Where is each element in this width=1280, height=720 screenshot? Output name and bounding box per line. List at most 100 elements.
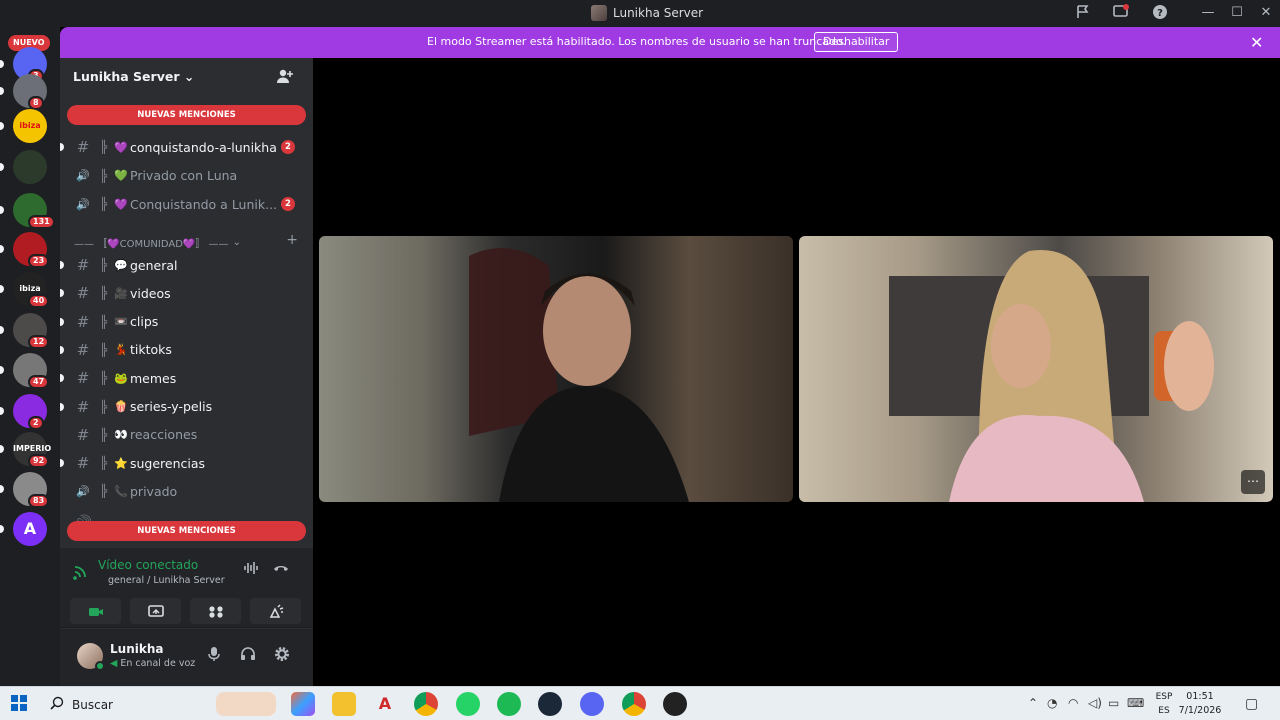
channel-reacciones[interactable]: # ╠ 👀 reacciones xyxy=(68,422,305,448)
mention-count-badge: 2 xyxy=(281,140,295,154)
tree-branch-icon: ╠ xyxy=(100,314,108,329)
unread-pill xyxy=(0,485,4,493)
chevron-down-icon: ⌄ xyxy=(232,236,241,248)
server-name[interactable]: Lunikha Server ⌄ xyxy=(73,69,194,84)
chrome-icon[interactable] xyxy=(414,692,438,716)
tree-branch-icon: ╠ xyxy=(100,197,108,211)
gear-icon[interactable] xyxy=(271,646,293,668)
hashtag-icon: # xyxy=(76,397,90,416)
video-tile-participant-2[interactable]: ⋯ xyxy=(799,236,1273,502)
disable-streamer-button[interactable]: Deshabilitar xyxy=(814,32,899,52)
unread-pill xyxy=(0,87,4,95)
voice-channel-link[interactable]: general / Lunikha Server xyxy=(108,575,225,586)
language-indicator[interactable]: ESP ES xyxy=(1150,690,1178,718)
search-highlight-image[interactable] xyxy=(216,692,276,716)
mention-count-badge: 40 xyxy=(28,294,50,308)
close-window-button[interactable]: ✕ xyxy=(1254,3,1278,23)
clock[interactable]: 01:51 7/1/2026 xyxy=(1178,690,1222,718)
headphones-icon[interactable] xyxy=(237,646,259,668)
maximize-button[interactable]: ☐ xyxy=(1225,3,1249,23)
tree-branch-icon: ╠ xyxy=(100,371,108,386)
channel-videos[interactable]: # ╠ 🎥 videos xyxy=(60,280,305,306)
copilot-icon[interactable] xyxy=(291,692,315,716)
svg-text:?: ? xyxy=(1157,8,1163,19)
help-icon[interactable]: ? xyxy=(1150,4,1170,24)
channel-privado[interactable]: 🔊 ╠ 📞 privado xyxy=(68,478,305,504)
activities-button[interactable] xyxy=(190,598,241,624)
chevron-up-icon[interactable]: ⌃ xyxy=(1028,696,1038,710)
server-icon-leaf[interactable] xyxy=(13,150,47,184)
spotify-icon[interactable] xyxy=(497,692,521,716)
minimize-button[interactable]: — xyxy=(1196,3,1220,23)
discord-icon[interactable] xyxy=(580,692,604,716)
more-options-icon[interactable]: ⋯ xyxy=(1241,470,1265,494)
channel-emoji: 👀 xyxy=(114,428,128,442)
whatsapp-icon[interactable] xyxy=(456,692,480,716)
voice-status[interactable]: Vídeo conectado xyxy=(98,558,198,572)
add-channel-icon[interactable]: + xyxy=(286,232,298,248)
wifi-icon[interactable]: ◠ xyxy=(1068,696,1078,710)
channel-series-y-pelis[interactable]: # ╠ 🍿 series-y-pelis xyxy=(60,394,305,420)
tree-branch-icon: ╠ xyxy=(100,258,108,272)
close-icon[interactable]: ✕ xyxy=(1250,33,1263,52)
soundboard-button[interactable] xyxy=(250,598,301,624)
channel-conquistando-a-lunik[interactable]: 🔊 ╠ 💜 Conquistando a Lunik... 2 xyxy=(68,191,305,217)
channel-conquistando-a-lunikha[interactable]: # ╠ 💜 conquistando-a-lunikha 2 xyxy=(60,134,305,160)
unread-pill xyxy=(0,163,4,171)
signal-icon[interactable] xyxy=(72,562,90,580)
unread-indicator xyxy=(60,143,64,151)
video-tile-participant-1[interactable] xyxy=(319,236,793,502)
category-comunidad[interactable]: —— 〚💜COMUNIDAD💜〛 —— ⌄ + xyxy=(74,232,298,250)
tree-branch-icon: ╠ xyxy=(100,427,108,442)
server-header[interactable]: Lunikha Server ⌄ xyxy=(60,58,313,96)
speaker-icon: 🔊 xyxy=(76,197,90,211)
mention-count-badge: 83 xyxy=(28,494,50,508)
channel-privado-con-luna[interactable]: 🔊 ╠ 💚 Privado con Luna xyxy=(68,163,305,189)
keyboard-icon[interactable]: ⌨ xyxy=(1127,696,1144,710)
streamer-mode-banner: El modo Streamer está habilitado. Los no… xyxy=(60,27,1280,58)
mention-count-badge: 23 xyxy=(28,254,50,268)
noise-suppression-icon[interactable] xyxy=(240,560,262,582)
battery-icon[interactable]: ▭ xyxy=(1108,696,1119,710)
channel-clips[interactable]: # ╠ 📼 clips xyxy=(60,309,305,335)
adobe-acrobat-icon[interactable]: A xyxy=(373,692,397,716)
user-name[interactable]: Lunikha xyxy=(110,642,163,656)
volume-icon[interactable]: ◁) xyxy=(1088,696,1102,710)
server-icon-letter-a[interactable]: A xyxy=(13,512,47,546)
app-icon[interactable] xyxy=(663,692,687,716)
clock-date: 7/1/2026 xyxy=(1178,705,1222,716)
mention-count-badge: 8 xyxy=(28,96,44,110)
channel-emoji: 💚 xyxy=(114,169,128,182)
unread-pill xyxy=(0,60,4,68)
notifications-icon[interactable]: ▢ xyxy=(1245,696,1258,712)
user-panel: Lunikha ◀ En canal de voz xyxy=(60,629,313,686)
inbox-icon[interactable] xyxy=(1111,4,1131,24)
new-mentions-bottom[interactable]: NUEVAS MENCIONES xyxy=(67,521,306,541)
server-icon-label: ibiza xyxy=(19,121,41,130)
unread-indicator xyxy=(60,317,64,326)
taskbar-search[interactable]: Buscar xyxy=(50,696,113,713)
file-explorer-icon[interactable] xyxy=(332,692,356,716)
windows-start-icon[interactable] xyxy=(11,695,27,711)
server-icon-ibiza[interactable]: ibiza xyxy=(13,109,47,143)
channel-emoji: 💜 xyxy=(114,197,128,211)
steam-icon[interactable] xyxy=(538,692,562,716)
clock-time: 01:51 xyxy=(1186,691,1214,702)
chrome-profile-icon[interactable] xyxy=(622,692,646,716)
tray-app-icon[interactable]: ◔ xyxy=(1047,696,1057,710)
channel-memes[interactable]: # ╠ 🐸 memes xyxy=(60,365,305,391)
camera-button[interactable] xyxy=(70,598,121,624)
flag-icon[interactable] xyxy=(1073,4,1093,24)
microphone-icon[interactable] xyxy=(203,646,225,668)
screen-share-button[interactable] xyxy=(130,598,181,624)
channel-tiktoks[interactable]: # ╠ 💃 tiktoks xyxy=(60,337,305,363)
invite-people-icon[interactable] xyxy=(276,68,296,86)
unread-pill xyxy=(0,326,4,334)
channel-label: tiktoks xyxy=(130,342,172,358)
channel-general[interactable]: # ╠ 💬 general xyxy=(60,252,305,278)
channel-sugerencias[interactable]: # ╠ ⭐ sugerencias xyxy=(60,450,305,476)
disconnect-icon[interactable] xyxy=(270,560,292,582)
discord-window: Lunikha Server ? — ☐ ✕ El modo Streamer … xyxy=(0,0,1280,720)
banner-message: El modo Streamer está habilitado. Los no… xyxy=(427,35,847,48)
new-mentions-top[interactable]: NUEVAS MENCIONES xyxy=(67,105,306,125)
